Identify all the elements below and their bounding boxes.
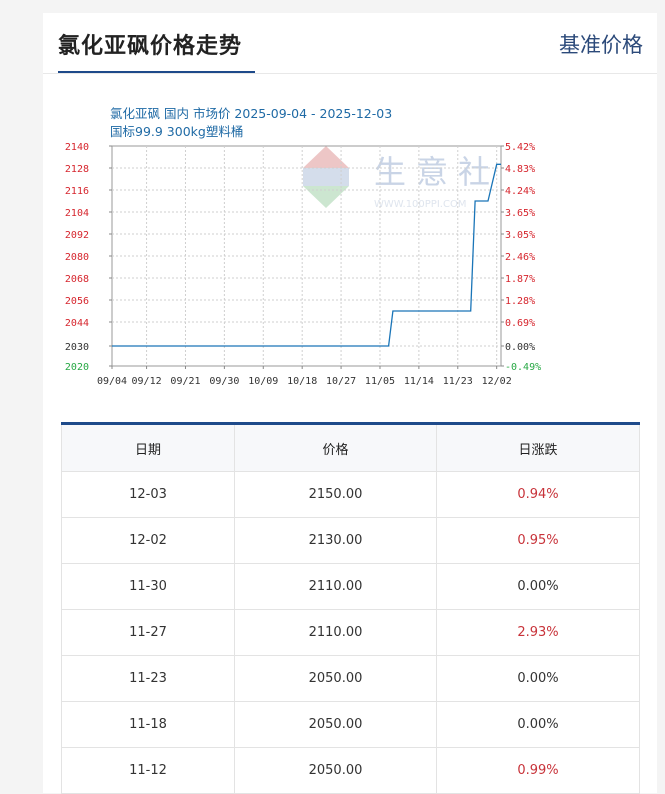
cell-price: 2110.00 [234,609,437,656]
table-row: 12-02 2130.00 0.95% [61,517,640,564]
card-header: 氯化亚砜价格走势 基准价格 [43,13,657,74]
y2-tick-label: 3.05% [505,230,535,241]
column-header-date: 日期 [61,423,235,472]
price-chart: 氯化亚砜 国内 市场价 2025-09-04 - 2025-12-03 国标99.… [52,88,562,388]
watermark-logo [303,146,349,208]
watermark-text: 生意社 [374,153,500,191]
y2-tick-label: 0.69% [505,318,535,329]
x-tick-label: 12/02 [482,376,512,387]
table-row: 12-03 2150.00 0.94% [61,471,640,518]
y2-tick-label: 4.83% [505,164,535,175]
cell-date: 11-27 [61,609,235,656]
cell-price: 2050.00 [234,655,437,702]
chart-title: 氯化亚砜 国内 市场价 2025-09-04 - 2025-12-03 [110,106,392,121]
cell-change: 0.00% [436,655,640,702]
y-tick-label: 2080 [65,252,89,263]
cell-change: 2.93% [436,609,640,656]
cell-price: 2130.00 [234,517,437,564]
cell-change: 0.95% [436,517,640,564]
price-table: 日期 价格 日涨跌 12-03 2150.00 0.94% 12-02 2130… [61,422,640,794]
y2-tick-label: 3.65% [505,208,535,219]
table-row: 11-12 2050.00 0.99% [61,747,640,794]
cell-change: 0.00% [436,701,640,748]
x-tick-label: 11/05 [365,376,395,387]
y2-tick-label: 0.00% [505,342,535,353]
x-tick-label: 11/23 [443,376,473,387]
column-header-price: 价格 [234,423,437,472]
chart-subtitle: 国标99.9 300kg塑料桶 [110,124,243,139]
y-tick-label: 2116 [65,186,89,197]
cell-date: 11-12 [61,747,235,794]
cell-date: 11-30 [61,563,235,610]
y-tick-label: 2128 [65,164,89,175]
y2-tick-label: -0.49% [505,362,541,373]
y-tick-label: 2056 [65,296,89,307]
x-tick-label: 10/09 [248,376,278,387]
page-title: 氯化亚砜价格走势 [58,34,243,59]
cell-price: 2110.00 [234,563,437,610]
cell-change: 0.00% [436,563,640,610]
benchmark-price-link[interactable]: 基准价格 [559,29,643,59]
table-row: 11-18 2050.00 0.00% [61,701,640,748]
y2-tick-label: 1.87% [505,274,535,285]
table-row: 11-27 2110.00 2.93% [61,609,640,656]
y-tick-label: 2044 [65,318,89,329]
cell-price: 2050.00 [234,701,437,748]
price-series-line [112,163,501,347]
table-row: 11-23 2050.00 0.00% [61,655,640,702]
x-tick-label: 10/27 [326,376,356,387]
cell-change: 0.99% [436,747,640,794]
y-tick-label: 2030 [65,342,89,353]
y-tick-label: 2140 [65,142,89,153]
x-tick-label: 09/21 [170,376,200,387]
y-tick-label: 2068 [65,274,89,285]
y-tick-label: 2104 [65,208,89,219]
y2-tick-label: 1.28% [505,296,535,307]
cell-price: 2150.00 [234,471,437,518]
cell-price: 2050.00 [234,747,437,794]
cell-date: 11-23 [61,655,235,702]
y2-tick-label: 2.46% [505,252,535,263]
y2-tick-label: 4.24% [505,186,535,197]
x-tick-label: 09/12 [132,376,162,387]
column-header-change: 日涨跌 [436,423,640,472]
title-underline [58,71,255,73]
cell-date: 11-18 [61,701,235,748]
table-header-row: 日期 价格 日涨跌 [61,423,640,472]
price-chart-svg: 氯化亚砜 国内 市场价 2025-09-04 - 2025-12-03 国标99.… [65,106,541,387]
x-tick-label: 09/04 [97,376,127,387]
x-tick-label: 09/30 [209,376,239,387]
cell-date: 12-03 [61,471,235,518]
x-tick-label: 11/14 [404,376,434,387]
cell-date: 12-02 [61,517,235,564]
y-tick-label: 2092 [65,230,89,241]
x-tick-label: 10/18 [287,376,317,387]
watermark-sub: WWW.100PPI.COM [374,199,466,210]
table-row: 11-30 2110.00 0.00% [61,563,640,610]
cell-change: 0.94% [436,471,640,518]
y-tick-label: 2020 [65,362,89,373]
y2-tick-label: 5.42% [505,142,535,153]
